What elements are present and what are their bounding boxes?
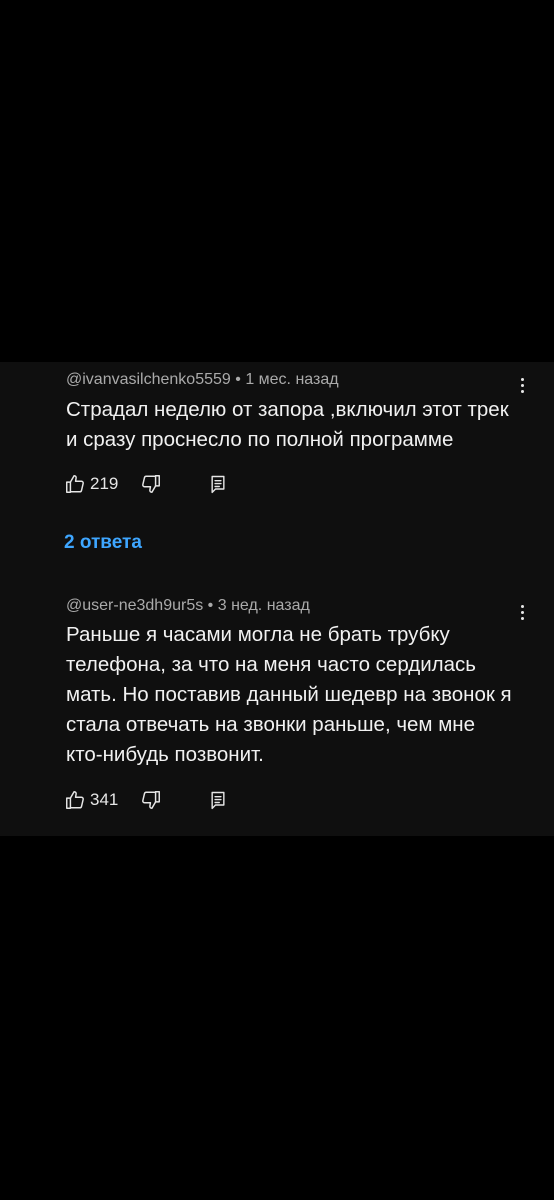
- more-vert-dot: [520, 610, 524, 614]
- like-count: 341: [90, 790, 119, 809]
- view-replies-link[interactable]: 2 ответа: [64, 532, 142, 554]
- like-count: 219: [90, 474, 119, 493]
- comment-text: Страдал неделю от запора ,включил этот т…: [66, 398, 509, 451]
- more-options-button[interactable]: [512, 374, 532, 396]
- comment-author[interactable]: @user-ne3dh9ur5s: [66, 597, 203, 614]
- dislike-button[interactable]: [140, 472, 162, 496]
- comment-author[interactable]: @ivanvasilchenko5559: [66, 371, 231, 388]
- meta-separator: •: [207, 597, 214, 614]
- comment-meta: @user-ne3dh9ur5s • 3 нед. назад: [66, 597, 310, 615]
- comment-actions: 219: [64, 472, 244, 496]
- dislike-button[interactable]: [140, 788, 162, 812]
- thumbs-up-icon: [64, 789, 86, 811]
- meta-separator: •: [235, 371, 241, 388]
- thumbs-down-icon: [140, 473, 162, 495]
- more-vert-dot: [520, 616, 524, 620]
- reply-button[interactable]: [208, 472, 228, 496]
- comment-text: Раньше я часами могла не брать трубку те…: [66, 623, 512, 766]
- reply-icon: [208, 474, 228, 494]
- reply-button[interactable]: [208, 788, 228, 812]
- thumbs-down-icon: [140, 789, 162, 811]
- more-vert-icon: [520, 377, 524, 381]
- comment-time: 3 нед. назад: [217, 597, 310, 614]
- more-options-button[interactable]: [512, 601, 532, 623]
- more-vert-icon: [520, 604, 524, 608]
- reply-icon: [208, 790, 228, 810]
- comment-time: 1 мес. назад: [245, 371, 339, 388]
- more-vert-dot: [520, 389, 524, 393]
- comment-actions: 341: [64, 788, 244, 812]
- like-button[interactable]: 219: [64, 472, 118, 496]
- more-vert-dot: [520, 383, 524, 387]
- thumbs-up-icon: [64, 473, 86, 495]
- comment-meta: @ivanvasilchenko5559 • 1 мес. назад: [66, 371, 339, 389]
- like-button[interactable]: 341: [64, 788, 118, 812]
